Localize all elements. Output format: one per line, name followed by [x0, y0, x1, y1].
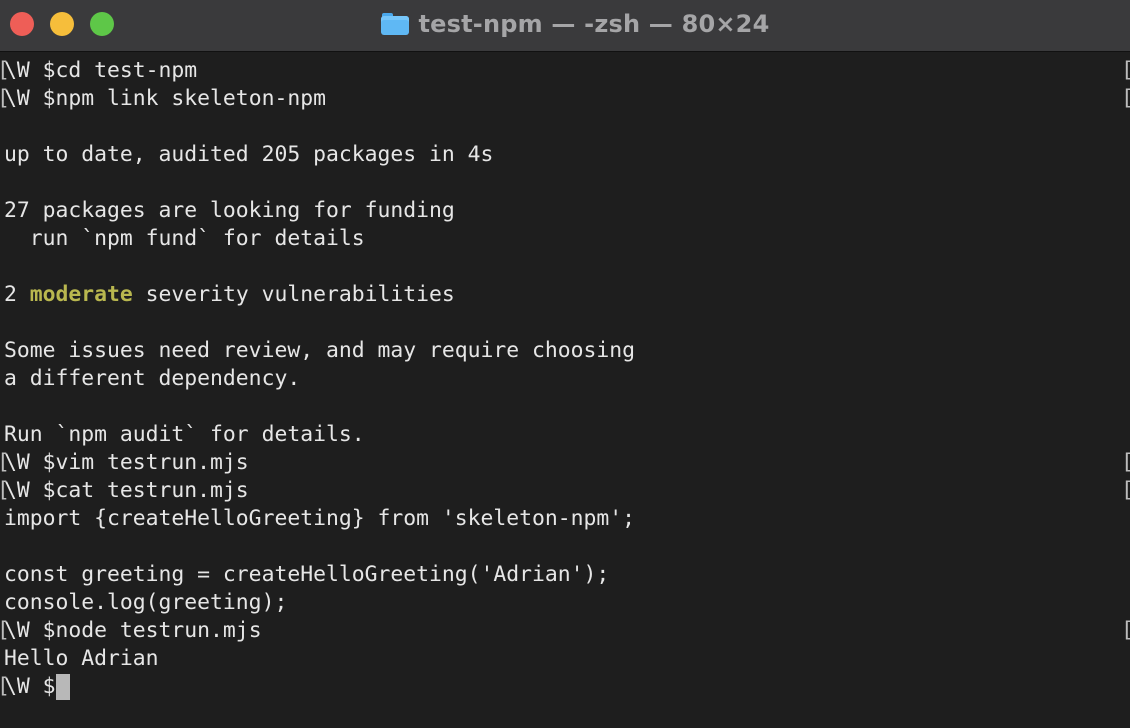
- command-text: node testrun.mjs: [55, 618, 262, 643]
- prompt: \W $: [4, 618, 56, 643]
- command-line: [\W $cd test-npm[: [0, 57, 1130, 85]
- terminal-window: test-npm — -zsh — 80×24 [\W $cd test-npm…: [0, 0, 1130, 728]
- command-line: [\W $vim testrun.mjs[: [0, 449, 1130, 477]
- command-text: cd test-npm: [55, 58, 198, 83]
- prompt: \W $: [4, 86, 56, 111]
- command-line: [\W $npm link skeleton-npm[: [0, 85, 1130, 113]
- line-marker: [: [0, 673, 10, 701]
- line-marker-right: [: [1121, 85, 1130, 113]
- line-marker: [: [0, 85, 10, 113]
- command-line: [\W $node testrun.mjs[: [0, 617, 1130, 645]
- current-prompt-line[interactable]: [\W $: [0, 673, 1130, 701]
- line-marker: [: [0, 617, 10, 645]
- line-marker-right: [: [1121, 449, 1130, 477]
- output-line: Some issues need review, and may require…: [4, 338, 636, 363]
- window-title-group: test-npm — -zsh — 80×24: [0, 0, 1130, 48]
- command-text: cat testrun.mjs: [55, 478, 249, 503]
- prompt: \W $: [4, 450, 56, 475]
- prompt: \W $: [4, 478, 56, 503]
- line-marker-right: [: [1121, 617, 1130, 645]
- title-bar[interactable]: test-npm — -zsh — 80×24: [0, 0, 1130, 52]
- output-line: Run `npm audit` for details.: [4, 422, 365, 447]
- line-marker-right: [: [1121, 477, 1130, 505]
- line-marker: [: [0, 477, 10, 505]
- line-marker: [: [0, 57, 10, 85]
- output-line: up to date, audited 205 packages in 4s: [4, 142, 494, 167]
- prompt: \W $: [4, 58, 56, 83]
- output-line: run `npm fund` for details: [4, 226, 365, 251]
- line-marker-right: [: [1121, 57, 1130, 85]
- output-line: import {createHelloGreeting} from 'skele…: [4, 506, 636, 531]
- output-line: a different dependency.: [4, 366, 301, 391]
- folder-icon: [380, 13, 409, 35]
- output-line: const greeting = createHelloGreeting('Ad…: [4, 562, 610, 587]
- vulnerability-count: 2: [4, 282, 30, 307]
- command-text: vim testrun.mjs: [55, 450, 249, 475]
- line-marker: [: [0, 449, 10, 477]
- command-line: [\W $cat testrun.mjs[: [0, 477, 1130, 505]
- command-text: npm link skeleton-npm: [55, 86, 326, 111]
- severity-label: moderate: [29, 282, 133, 307]
- vulnerability-line: 2 moderate severity vulnerabilities: [0, 281, 1130, 309]
- prompt: \W $: [4, 674, 56, 699]
- terminal-output[interactable]: [\W $cd test-npm[ [\W $npm link skeleton…: [0, 57, 1130, 728]
- output-line: console.log(greeting);: [4, 590, 288, 615]
- text-cursor: [55, 674, 70, 700]
- vulnerability-text: severity vulnerabilities: [132, 282, 455, 307]
- output-line: Hello Adrian: [4, 646, 159, 671]
- output-line: 27 packages are looking for funding: [4, 198, 455, 223]
- window-title: test-npm — -zsh — 80×24: [418, 10, 770, 38]
